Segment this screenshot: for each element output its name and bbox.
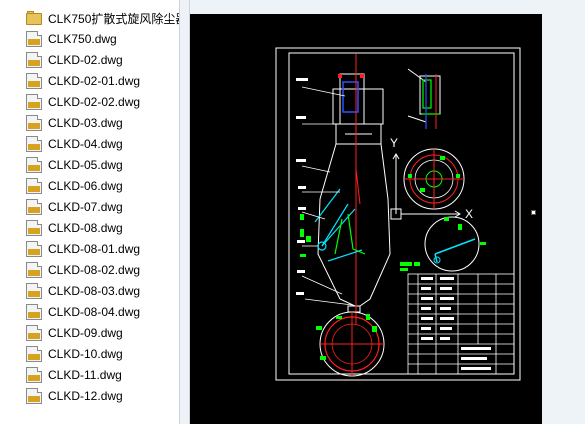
file-item[interactable]: CLKD-07.dwg — [26, 197, 123, 217]
cone-green-detail — [334, 213, 366, 255]
file-label: CLKD-10.dwg — [48, 347, 123, 361]
cone-right — [359, 143, 391, 307]
folder-label: CLK750扩散式旋风除尘器 — [48, 11, 179, 26]
dwg-file-icon — [26, 199, 42, 215]
file-label: CLKD-09.dwg — [48, 326, 123, 340]
dwg-file-icon — [26, 136, 42, 152]
base-view-marks — [316, 314, 377, 360]
file-item[interactable]: CLKD-02-02.dwg — [26, 92, 140, 112]
section-view-marks — [444, 217, 486, 245]
cyclone-front-view — [317, 73, 391, 313]
file-label: CLKD-12.dwg — [48, 389, 123, 403]
file-item[interactable]: CLKD-08-04.dwg — [26, 302, 140, 322]
file-item[interactable]: CLKD-06.dwg — [26, 176, 123, 196]
selection-handle[interactable] — [531, 210, 536, 215]
dwg-file-icon — [26, 262, 42, 278]
top-view-circle — [403, 148, 465, 210]
top-markers — [338, 74, 364, 78]
dwg-file-icon — [26, 304, 42, 320]
pane-splitter[interactable] — [179, 0, 190, 424]
section-view-circle — [424, 216, 480, 272]
file-label: CLKD-04.dwg — [48, 137, 123, 151]
file-label: CLKD-02.dwg — [48, 53, 123, 67]
file-item[interactable]: CLKD-08.dwg — [26, 218, 123, 238]
cad-preview: Y X — [190, 14, 542, 424]
file-label: CLKD-03.dwg — [48, 116, 123, 130]
file-item[interactable]: CLKD-11.dwg — [26, 365, 122, 385]
dwg-file-icon — [26, 241, 42, 257]
file-label: CLKD-07.dwg — [48, 200, 123, 214]
preview-header — [190, 0, 585, 14]
file-label: CLKD-02-01.dwg — [48, 74, 141, 88]
side-detail-green — [422, 79, 440, 115]
item-labels-left — [296, 78, 308, 295]
file-label: CLKD-05.dwg — [48, 158, 123, 172]
x-axis-label: X — [465, 207, 473, 221]
dwg-file-icon — [26, 367, 42, 383]
dust-outlet — [347, 305, 361, 313]
dwg-file-icon — [26, 94, 42, 110]
file-label: CLKD-11.dwg — [48, 368, 122, 382]
file-item[interactable]: CLKD-09.dwg — [26, 323, 123, 343]
file-item[interactable]: CLKD-08-02.dwg — [26, 260, 140, 280]
y-axis-label: Y — [390, 136, 398, 150]
file-list-pane: CLK750扩散式旋风除尘器 CLK750.dwg CLKD-02.dwg CLKD… — [0, 0, 179, 424]
file-item[interactable]: CLKD-10.dwg — [26, 344, 123, 364]
file-item[interactable]: CLKD-04.dwg — [26, 134, 123, 154]
y-axis-indicator — [390, 153, 402, 220]
file-item[interactable]: CLKD-05.dwg — [26, 155, 123, 175]
dwg-file-icon — [26, 178, 42, 194]
file-item[interactable]: CLKD-03.dwg — [26, 113, 123, 133]
dim-marks-left — [300, 214, 311, 257]
dwg-file-icon — [26, 31, 42, 47]
file-label: CLKD-08-04.dwg — [48, 305, 141, 319]
file-item[interactable]: CLKD-12.dwg — [26, 386, 123, 406]
file-item[interactable]: CLKD-02-01.dwg — [26, 71, 140, 91]
preview-margin — [542, 14, 585, 424]
parts-table-header — [400, 262, 420, 271]
dwg-file-icon — [26, 115, 42, 131]
file-label: CLK750.dwg — [48, 32, 117, 46]
dwg-file-icon — [26, 157, 42, 173]
dwg-file-icon — [26, 388, 42, 404]
dwg-file-icon — [26, 325, 42, 341]
dwg-file-icon — [26, 52, 42, 68]
folder-item[interactable]: CLK750扩散式旋风除尘器 — [26, 8, 179, 28]
file-label: CLKD-08.dwg — [48, 221, 123, 235]
dwg-file-icon — [26, 220, 42, 236]
file-item[interactable]: CLK750.dwg — [26, 29, 117, 49]
dwg-file-icon — [26, 283, 42, 299]
file-item[interactable]: CLKD-08-03.dwg — [26, 281, 140, 301]
file-label: CLKD-08-01.dwg — [48, 242, 141, 256]
file-label: CLKD-08-03.dwg — [48, 284, 141, 298]
parts-table-text — [421, 277, 491, 370]
base-view-circle — [319, 311, 385, 377]
file-label: CLKD-02-02.dwg — [48, 95, 141, 109]
x-axis-indicator — [401, 210, 461, 218]
file-item[interactable]: CLKD-08-01.dwg — [26, 239, 140, 259]
dwg-file-icon — [26, 73, 42, 89]
file-label: CLKD-06.dwg — [48, 179, 123, 193]
folder-icon — [26, 10, 42, 26]
cad-drawing: Y X — [275, 47, 521, 381]
sheet-outer-border — [275, 47, 521, 381]
file-item[interactable]: CLKD-02.dwg — [26, 50, 123, 70]
file-label: CLKD-08-02.dwg — [48, 263, 141, 277]
dwg-file-icon — [26, 346, 42, 362]
